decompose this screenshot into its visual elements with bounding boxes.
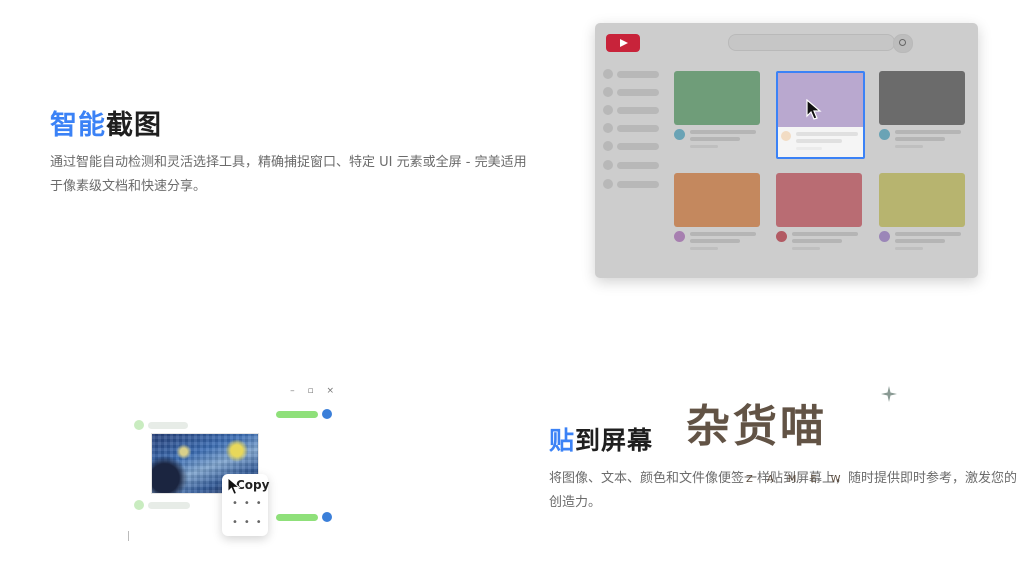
title-rest: 截图	[106, 110, 162, 141]
copy-button[interactable]: Copy	[236, 478, 269, 492]
video-site-mockup	[595, 23, 978, 278]
title-highlight: 贴	[549, 426, 576, 455]
watermark-subtext: ZAMEW	[746, 474, 855, 485]
avatar	[134, 500, 144, 510]
watermark-logo-text: 杂货喵	[686, 401, 827, 452]
chat-bubble	[148, 422, 188, 429]
window-controls: – ▫ ×	[290, 386, 339, 396]
video-thumbnail	[776, 173, 862, 227]
watermark: 杂货喵 ZAMEW	[686, 386, 916, 500]
video-meta	[776, 229, 862, 257]
video-meta	[879, 127, 965, 155]
smart-capture-title: 智能截图	[50, 103, 162, 142]
avatar	[322, 409, 332, 419]
video-thumbnail	[879, 173, 965, 227]
video-thumbnail	[674, 71, 760, 125]
popup-dots: •••	[232, 517, 268, 528]
mock-search-bar	[728, 34, 895, 51]
cursor-icon	[227, 477, 241, 495]
avatar	[134, 420, 144, 430]
divider	[128, 531, 129, 541]
chat-bubble	[276, 411, 318, 418]
search-icon	[893, 34, 913, 53]
title-highlight: 智能	[50, 110, 106, 141]
video-thumbnail	[879, 71, 965, 125]
title-rest: 到屏幕	[575, 426, 654, 455]
sparkle-icon	[881, 386, 897, 402]
pin-title: 贴到屏幕	[549, 421, 653, 457]
cursor-icon	[806, 99, 822, 120]
video-thumbnail	[674, 173, 760, 227]
video-meta	[674, 229, 760, 257]
chat-bubble	[148, 502, 190, 509]
chat-bubble	[276, 514, 318, 521]
play-icon	[606, 34, 640, 52]
video-meta	[879, 229, 965, 257]
video-meta	[674, 127, 760, 155]
smart-capture-description: 通过智能自动检测和灵活选择工具，精确捕捉窗口、特定 UI 元素或全屏 - 完美适…	[50, 155, 527, 194]
pin-to-screen-mockup: – ▫ × Copy ••• •••	[126, 385, 343, 567]
popup-dots: •••	[232, 498, 268, 509]
avatar	[322, 512, 332, 522]
